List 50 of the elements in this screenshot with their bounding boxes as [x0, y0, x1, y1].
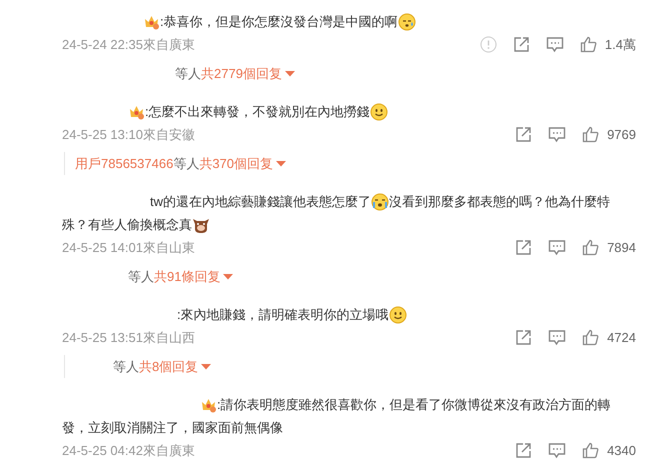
- comment-text: :恭喜你，但是你怎麼沒發台灣是中國的啊: [160, 12, 398, 30]
- like-count: 4340: [607, 443, 636, 458]
- emoji-icon: [398, 12, 416, 30]
- share-icon[interactable]: [512, 36, 530, 53]
- comment-icon[interactable]: [548, 329, 566, 346]
- caret-icon[interactable]: [276, 160, 286, 167]
- reply-others-text: 等人: [175, 64, 201, 82]
- comment-icon[interactable]: [548, 442, 566, 459]
- like-count: 1.4萬: [604, 36, 636, 54]
- comment-time: 24-5-25 04:42來自廣東: [62, 442, 195, 460]
- comment-time: 24-5-25 14:01來自山東: [62, 238, 195, 256]
- caret-icon[interactable]: [201, 363, 212, 370]
- comment-icon[interactable]: [546, 36, 564, 53]
- caret-icon[interactable]: [223, 273, 234, 280]
- comment-icon[interactable]: [548, 239, 566, 256]
- reply-others-text: 等人: [113, 358, 139, 376]
- share-icon[interactable]: [515, 239, 532, 256]
- like-count: 7894: [607, 240, 636, 255]
- reply-others-text: 等人: [173, 154, 200, 172]
- caret-icon[interactable]: [284, 70, 295, 77]
- comment-text: 殊？有些人偷換概念真: [62, 216, 192, 234]
- share-icon[interactable]: [515, 329, 532, 346]
- share-icon[interactable]: [515, 126, 532, 143]
- emoji-icon: [370, 102, 388, 120]
- reply-count-link[interactable]: 共370個回复: [199, 154, 274, 172]
- comment-time: 24-5-25 13:51來自山西: [62, 328, 195, 346]
- like-count: 9769: [607, 127, 636, 142]
- emoji-icon: [388, 306, 407, 324]
- thumbs-up-icon[interactable]: [580, 36, 597, 53]
- thumbs-up-icon[interactable]: [582, 126, 600, 143]
- thumbs-up-icon[interactable]: [582, 239, 600, 256]
- comment-text: 沒看到那麼多都表態的嗎？他為什麼特: [389, 192, 610, 210]
- reply-count-link[interactable]: 共8個回复: [139, 358, 198, 376]
- thumbs-up-icon[interactable]: [582, 329, 600, 346]
- comment-icon[interactable]: [548, 126, 566, 143]
- comment-time: 24-5-24 22:35來自廣東: [62, 36, 195, 54]
- reply-user-link[interactable]: 用戶7856537466: [75, 154, 174, 172]
- emoji-icon: [371, 192, 389, 210]
- like-count: 4724: [607, 330, 636, 345]
- thumbs-up-icon[interactable]: [582, 442, 600, 459]
- comment-text: :請你表明態度雖然很喜歡你，但是看了你微博從來沒有政治方面的轉: [217, 396, 611, 414]
- share-icon[interactable]: [515, 442, 532, 459]
- comment-text: tw的還在內地綜藝賺錢讓他表態怎麼了: [150, 192, 371, 210]
- comment-text: 發，立刻取消關注了，國家面前無偶像: [62, 418, 283, 436]
- comment-time: 24-5-25 13:10來自安徽: [62, 126, 195, 144]
- reply-count-link[interactable]: 共91條回复: [154, 268, 220, 286]
- reply-count-link[interactable]: 共2779個回复: [201, 64, 282, 82]
- reply-others-text: 等人: [128, 268, 154, 286]
- comment-text: :來內地賺錢，請明確表明你的立場哦: [177, 306, 389, 324]
- comment-text: :怎麼不出來轉發，不發就別在內地撈錢: [145, 102, 370, 120]
